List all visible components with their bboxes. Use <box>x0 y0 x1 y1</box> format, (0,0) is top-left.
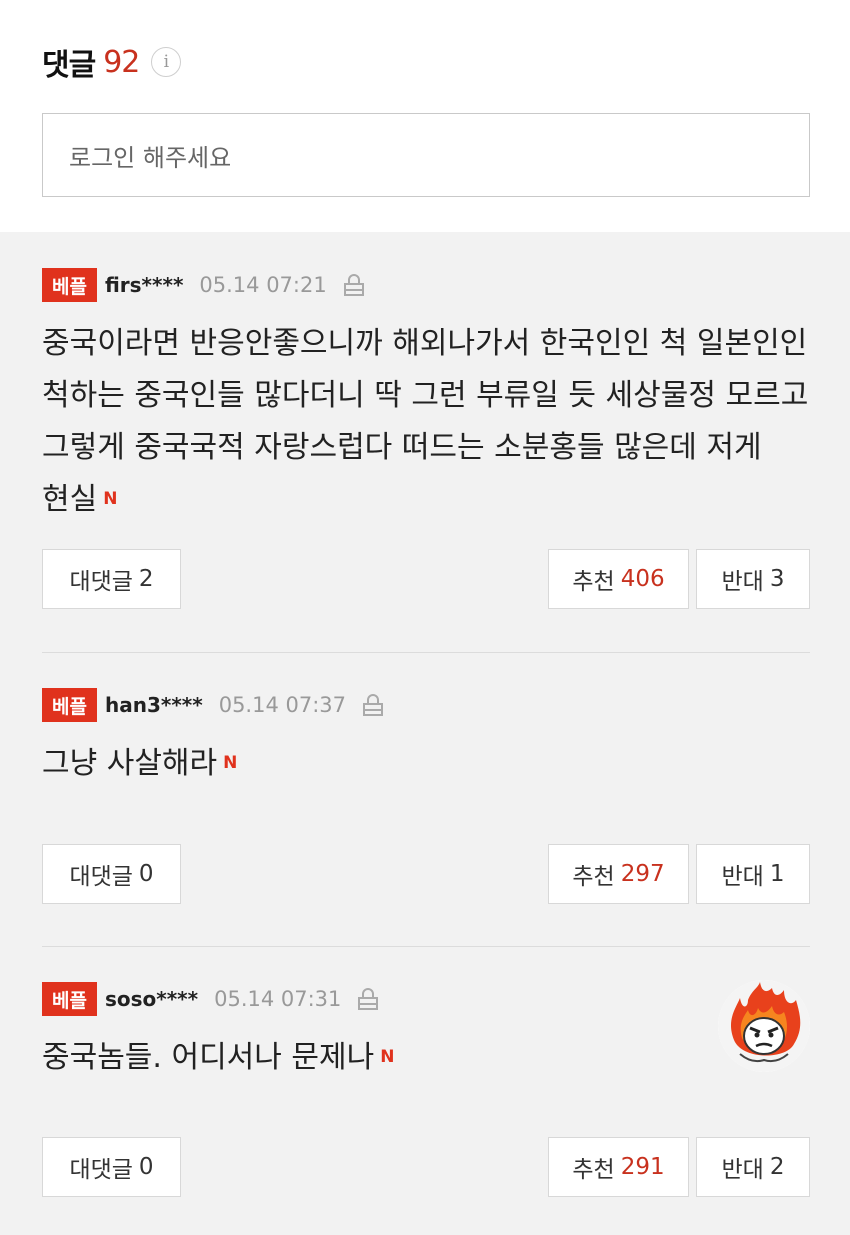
comments-count: 92 <box>103 44 140 80</box>
lock-icon[interactable] <box>357 987 379 1011</box>
best-badge: 베플 <box>42 268 97 302</box>
dislike-label: 반대 <box>721 1157 764 1183</box>
like-count: 406 <box>620 566 665 592</box>
comment-text: 중국이라면 반응안좋으니까 해외나가서 한국인인 척 일본인인 척하는 중국인들… <box>42 318 810 527</box>
comment-meta: 베플 soso**** 05.14 07:31 <box>42 982 810 1016</box>
new-mark-icon: N <box>103 488 118 509</box>
login-comment-input[interactable]: 로그인 해주세요 <box>42 113 810 197</box>
dislike-button[interactable]: 반대 2 <box>696 1137 810 1197</box>
lock-icon[interactable] <box>362 693 384 717</box>
comment-text: 중국놈들. 어디서나 문제나 N <box>42 1032 810 1085</box>
best-badge: 베플 <box>42 688 97 722</box>
comment-body: 중국놈들. 어디서나 문제나 <box>42 1040 375 1075</box>
dislike-count: 1 <box>769 861 785 887</box>
comment-text: 그냥 사살해라 N <box>42 738 810 791</box>
reply-label: 대댓글 <box>69 864 133 890</box>
like-count: 297 <box>620 861 665 887</box>
new-mark-icon: N <box>223 752 238 773</box>
like-label: 추천 <box>572 1157 615 1183</box>
comment-author[interactable]: han3**** <box>105 693 203 717</box>
dislike-count: 2 <box>769 1154 785 1180</box>
comment-list: 베플 firs**** 05.14 07:21 중국이라면 반응안좋으니까 해외… <box>0 232 850 1235</box>
reply-count: 0 <box>138 861 154 887</box>
reply-label: 대댓글 <box>69 1157 133 1183</box>
flame-angry-face-icon[interactable] <box>718 980 810 1072</box>
like-label: 추천 <box>572 864 615 890</box>
comment-author[interactable]: soso**** <box>105 987 198 1011</box>
comment-item: 베플 soso**** 05.14 07:31 중국놈들. 어디서나 문제나 N <box>42 980 810 1085</box>
info-icon[interactable]: i <box>151 47 182 77</box>
comment-divider <box>42 652 810 653</box>
dislike-button[interactable]: 반대 1 <box>696 844 810 904</box>
comments-title: 댓글 <box>42 48 96 83</box>
comment-divider <box>42 946 810 947</box>
comments-title-row: 댓글 92 i <box>42 40 182 84</box>
comment-item: 베플 han3**** 05.14 07:37 그냥 사살해라 N <box>42 688 810 791</box>
like-label: 추천 <box>572 569 615 595</box>
reply-button[interactable]: 대댓글 0 <box>42 844 181 904</box>
reply-button[interactable]: 대댓글 0 <box>42 1137 181 1197</box>
dislike-label: 반대 <box>721 864 764 890</box>
dislike-button[interactable]: 반대 3 <box>696 549 810 609</box>
comment-body: 중국이라면 반응안좋으니까 해외나가서 한국인인 척 일본인인 척하는 중국인들… <box>42 326 809 517</box>
comment-item: 베플 firs**** 05.14 07:21 중국이라면 반응안좋으니까 해외… <box>42 268 810 527</box>
reply-count: 0 <box>138 1154 154 1180</box>
like-button[interactable]: 추천 406 <box>548 549 689 609</box>
dislike-count: 3 <box>769 566 785 592</box>
reply-button[interactable]: 대댓글 2 <box>42 549 181 609</box>
dislike-label: 반대 <box>721 569 764 595</box>
like-button[interactable]: 추천 291 <box>548 1137 689 1197</box>
comment-meta: 베플 firs**** 05.14 07:21 <box>42 268 810 302</box>
comment-time: 05.14 07:31 <box>214 987 342 1011</box>
reply-count: 2 <box>138 566 154 592</box>
comment-body: 그냥 사살해라 <box>42 746 218 781</box>
like-button[interactable]: 추천 297 <box>548 844 689 904</box>
lock-icon[interactable] <box>343 273 365 297</box>
comment-author[interactable]: firs**** <box>105 273 183 297</box>
reply-label: 대댓글 <box>69 569 133 595</box>
best-badge: 베플 <box>42 982 97 1016</box>
like-count: 291 <box>620 1154 665 1180</box>
new-mark-icon: N <box>380 1046 395 1067</box>
comment-time: 05.14 07:37 <box>218 693 347 717</box>
comments-header: 댓글 92 i 로그인 해주세요 <box>0 0 850 232</box>
comment-meta: 베플 han3**** 05.14 07:37 <box>42 688 810 722</box>
comment-time: 05.14 07:21 <box>199 273 327 297</box>
